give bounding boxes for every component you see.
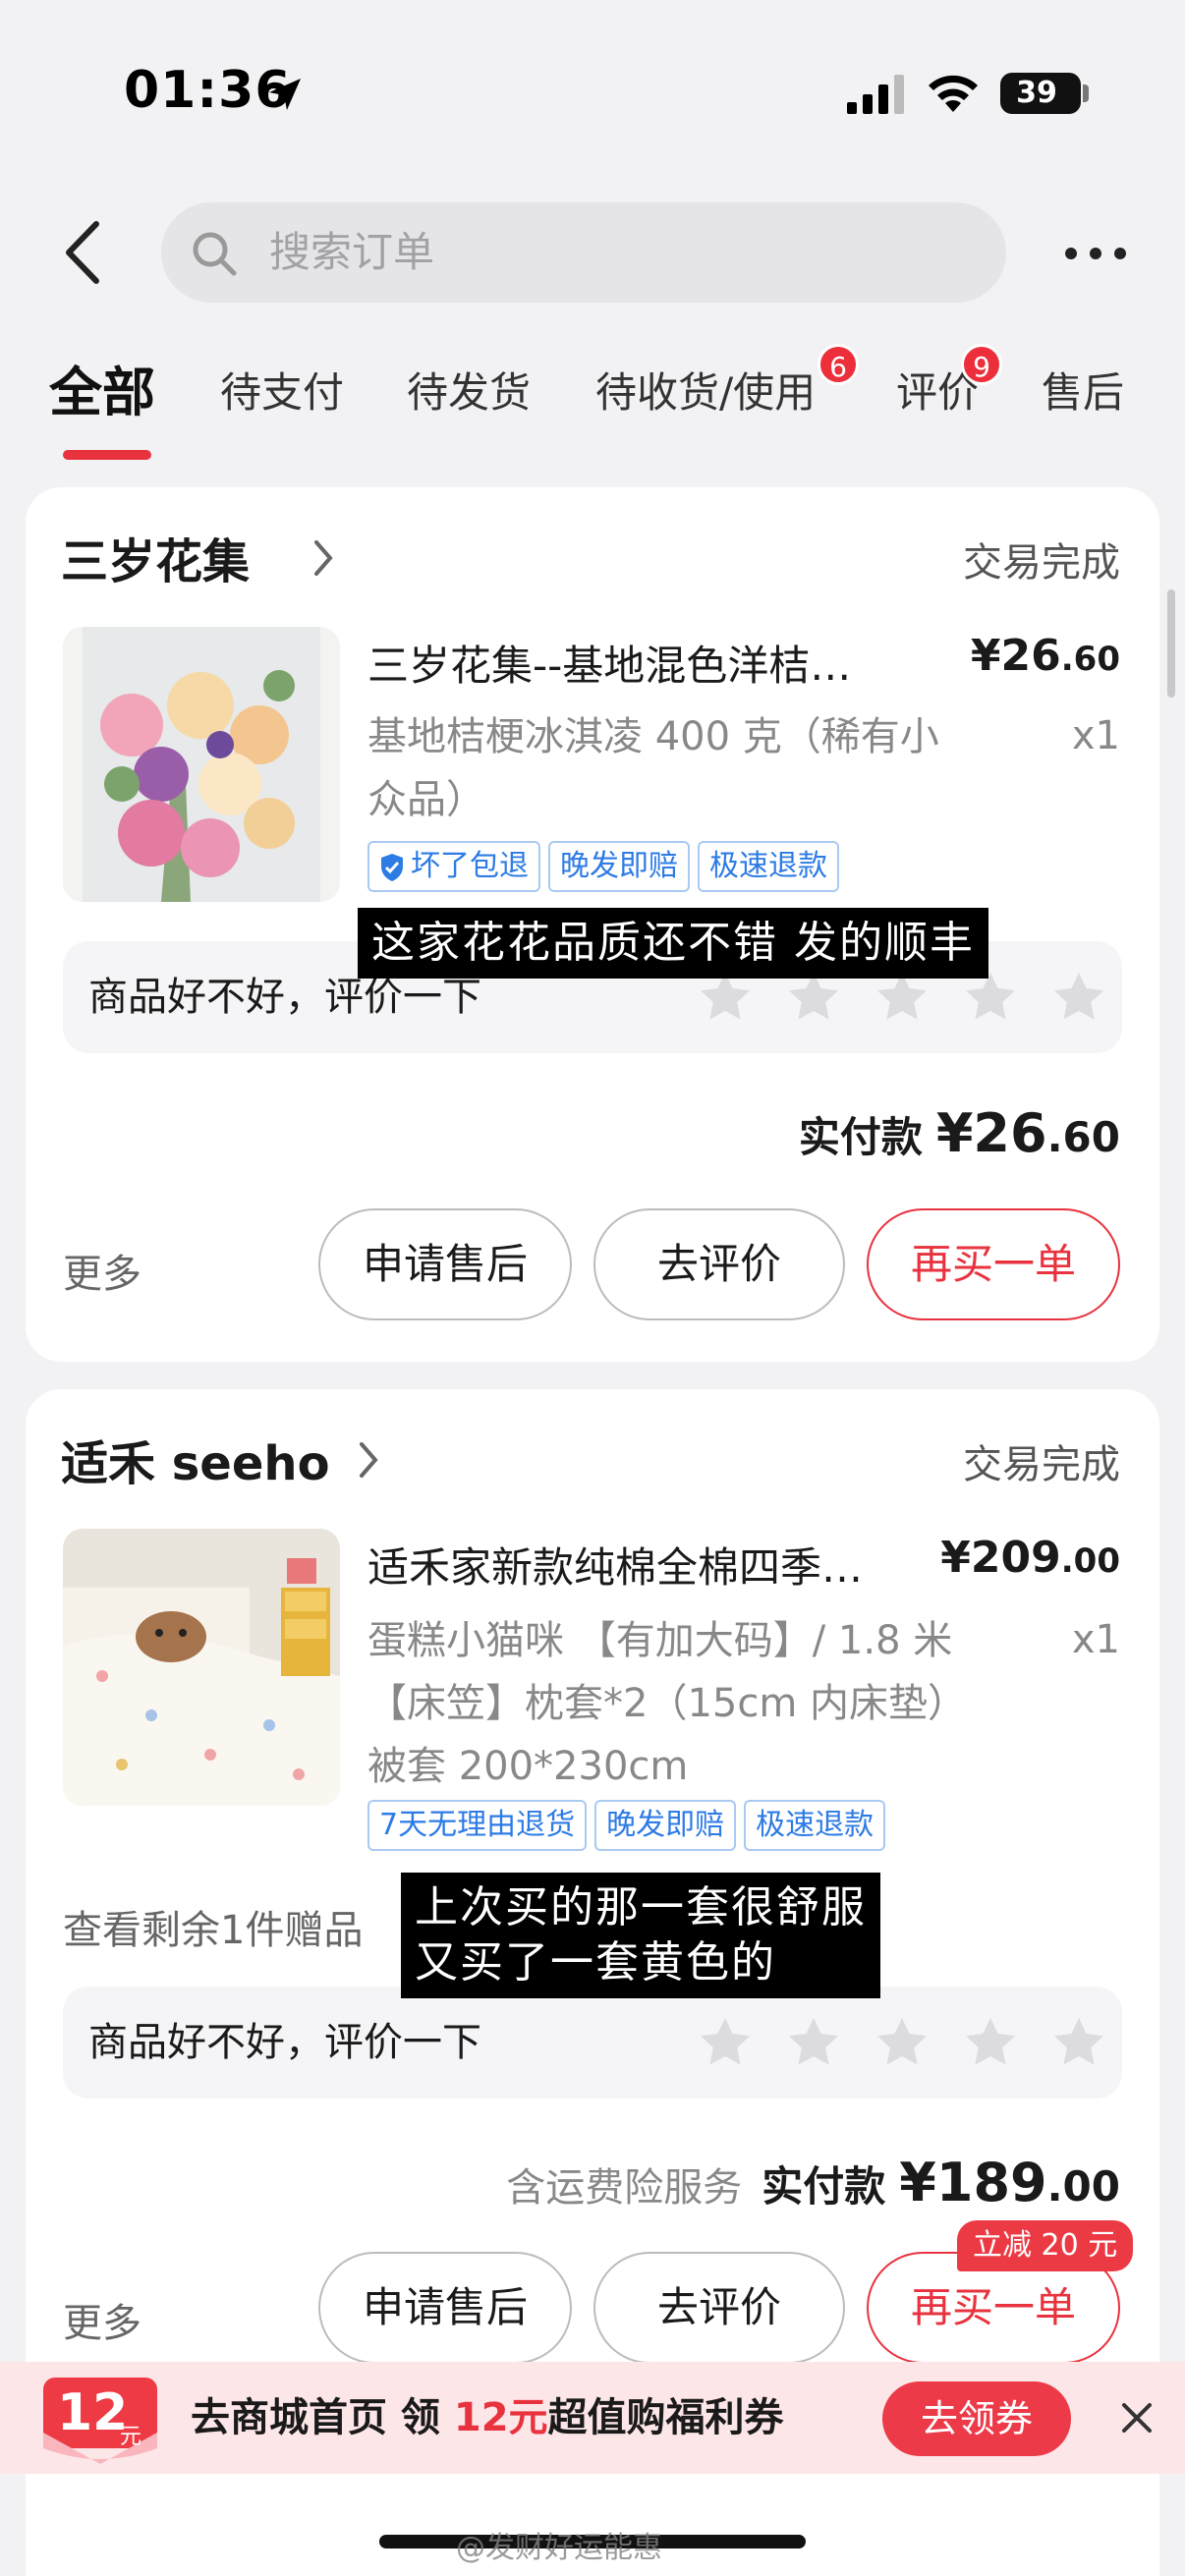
chevron-right-icon bbox=[314, 540, 333, 576]
service-tag: 极速退款 bbox=[744, 1800, 886, 1851]
price-main: ¥26 bbox=[970, 631, 1061, 681]
paid-main: ¥189 bbox=[899, 2152, 1047, 2213]
shop-name[interactable]: 三岁花集 bbox=[61, 523, 250, 591]
battery-level: 39 bbox=[1016, 76, 1057, 110]
subtitle-caption: 这家花花品质还不错 发的顺丰 bbox=[358, 908, 988, 979]
star-icon[interactable] bbox=[873, 2014, 931, 2073]
product-spec: 蛋糕小猫咪 【有加大码】/ 1.8 米【床笠】枕套*2（15cm 内床垫）被套 … bbox=[367, 1618, 968, 1789]
paid-label: 实付款 bbox=[762, 2162, 886, 2211]
subtitle-line: 上次买的那一套很舒服 bbox=[415, 1882, 867, 1932]
active-tab-indicator bbox=[63, 450, 151, 460]
product-image-flowers[interactable] bbox=[63, 627, 340, 902]
search-input[interactable] bbox=[269, 202, 957, 303]
scrollbar[interactable] bbox=[1167, 589, 1175, 698]
tab-after-sales[interactable]: 售后 bbox=[1042, 344, 1124, 442]
paid-decimal: .00 bbox=[1046, 2162, 1120, 2211]
review-button[interactable]: 去评价 bbox=[593, 1208, 845, 1320]
shop-header[interactable]: 适禾 seeho 交易完成 bbox=[61, 1425, 1120, 1493]
shield-check-icon bbox=[381, 853, 403, 881]
product-title[interactable]: 适禾家新款纯棉全棉四季… bbox=[367, 1535, 878, 1595]
service-tags: 7天无理由退货 晚发即赔 极速退款 bbox=[367, 1800, 886, 1851]
product-quantity: x1 bbox=[1071, 1617, 1120, 1662]
more-link[interactable]: 更多 bbox=[63, 1242, 141, 1299]
product-spec: 基地桔梗冰淇凌 400 克（稀有小众品） bbox=[367, 714, 939, 822]
back-arrow-icon[interactable] bbox=[57, 218, 108, 287]
price-decimal: .60 bbox=[1060, 640, 1120, 679]
paid-main: ¥26 bbox=[935, 1102, 1047, 1164]
shipping-insurance-label: 含运费险服务 bbox=[506, 2165, 743, 2211]
paid-amount: ¥189.00 bbox=[899, 2152, 1120, 2213]
product-price: ¥26.60 bbox=[971, 631, 1120, 681]
tab-all[interactable]: 全部 bbox=[49, 344, 155, 442]
paid-amount-row: 实付款 ¥26.60 bbox=[799, 1102, 1120, 1164]
product-price: ¥209.00 bbox=[940, 1533, 1120, 1583]
service-tag: 极速退款 bbox=[698, 841, 839, 892]
coupon-banner[interactable]: 12 元 去商城首页 领 12元超值购福利券 去领券 bbox=[0, 2362, 1185, 2474]
tab-badge-receipt: 6 bbox=[818, 344, 859, 385]
review-button[interactable]: 去评价 bbox=[593, 2252, 845, 2364]
cellular-signal-icon bbox=[847, 75, 904, 114]
service-tag: 坏了包退 bbox=[367, 841, 540, 892]
watermark: @发财好运能惠 bbox=[456, 2531, 662, 2565]
banner-text-highlight: 12元 bbox=[453, 2395, 548, 2440]
order-status: 交易完成 bbox=[963, 1442, 1120, 1487]
price-decimal: .00 bbox=[1060, 1541, 1120, 1581]
product-title[interactable]: 三岁花集--基地混色洋桔… bbox=[367, 633, 898, 693]
paid-label: 实付款 bbox=[798, 1113, 923, 1161]
service-tag-label: 坏了包退 bbox=[411, 849, 529, 883]
paid-amount: ¥26.60 bbox=[936, 1102, 1120, 1164]
star-icon[interactable] bbox=[961, 2014, 1020, 2073]
status-bar: 01:36 39 bbox=[0, 0, 1185, 187]
search-bar[interactable] bbox=[161, 202, 1006, 303]
star-icon[interactable] bbox=[696, 2014, 755, 2073]
service-tags: 坏了包退 晚发即赔 极速退款 bbox=[367, 841, 839, 892]
price-main: ¥209 bbox=[940, 1533, 1061, 1583]
tab-pending-receipt[interactable]: 待收货/使用 bbox=[595, 344, 816, 442]
star-rating[interactable] bbox=[696, 2014, 1108, 2073]
battery-cap bbox=[1083, 84, 1089, 102]
product-image-bedding[interactable] bbox=[63, 1529, 340, 1806]
buy-again-button[interactable]: 再买一单 bbox=[867, 1208, 1120, 1320]
service-tag: 晚发即赔 bbox=[548, 841, 690, 892]
service-tag: 7天无理由退货 bbox=[367, 1800, 588, 1851]
banner-text-before: 去商城首页 领 bbox=[191, 2395, 454, 2440]
banner-text: 去商城首页 领 12元超值购福利券 bbox=[191, 2362, 784, 2474]
after-sales-button[interactable]: 申请售后 bbox=[318, 2252, 572, 2364]
subtitle-line: 又买了一套黄色的 bbox=[415, 1937, 776, 1988]
after-sales-button[interactable]: 申请售后 bbox=[318, 1208, 572, 1320]
coupon-icon: 12 元 bbox=[39, 2374, 161, 2472]
service-tag: 晚发即赔 bbox=[594, 1800, 737, 1851]
location-arrow-icon bbox=[269, 79, 301, 110]
order-status: 交易完成 bbox=[963, 540, 1120, 586]
more-options-icon[interactable] bbox=[1061, 234, 1130, 273]
star-icon[interactable] bbox=[1049, 969, 1108, 1028]
review-prompt: 商品好不好，评价一下 bbox=[88, 2020, 481, 2065]
search-icon bbox=[193, 232, 237, 276]
view-gifts-link[interactable]: 查看剩余1件赠品 bbox=[63, 1898, 363, 1955]
more-link[interactable]: 更多 bbox=[63, 2291, 141, 2348]
battery-indicator: 39 bbox=[1000, 73, 1081, 114]
review-prompt-row[interactable]: 商品好不好，评价一下 bbox=[63, 1987, 1122, 2099]
wifi-icon bbox=[929, 75, 978, 112]
paid-amount-row: 含运费险服务 实付款 ¥189.00 bbox=[506, 2152, 1120, 2213]
close-icon[interactable] bbox=[1120, 2401, 1154, 2435]
coupon-amount: 12 bbox=[57, 2383, 129, 2442]
chevron-right-icon bbox=[360, 1442, 378, 1478]
banner-text-after: 超值购福利券 bbox=[547, 2395, 784, 2440]
shop-header[interactable]: 三岁花集 交易完成 bbox=[61, 523, 1120, 591]
product-quantity: x1 bbox=[1071, 713, 1120, 758]
tab-badge-review: 9 bbox=[961, 344, 1002, 385]
star-icon[interactable] bbox=[1049, 2014, 1108, 2073]
claim-coupon-button[interactable]: 去领券 bbox=[882, 2381, 1071, 2456]
star-icon[interactable] bbox=[784, 2014, 843, 2073]
order-tabs: 全部 待支付 待发货 待收货/使用 6 评价 9 售后 bbox=[0, 344, 1185, 472]
coupon-unit: 元 bbox=[120, 2425, 142, 2449]
paid-decimal: .60 bbox=[1046, 1113, 1120, 1161]
tab-pending-shipment[interactable]: 待发货 bbox=[407, 344, 531, 442]
tab-pending-payment[interactable]: 待支付 bbox=[220, 344, 344, 442]
shop-name[interactable]: 适禾 seeho bbox=[61, 1425, 330, 1493]
subtitle-caption: 上次买的那一套很舒服 又买了一套黄色的 bbox=[401, 1873, 880, 1998]
discount-badge: 立减 20 元 bbox=[957, 2220, 1134, 2271]
